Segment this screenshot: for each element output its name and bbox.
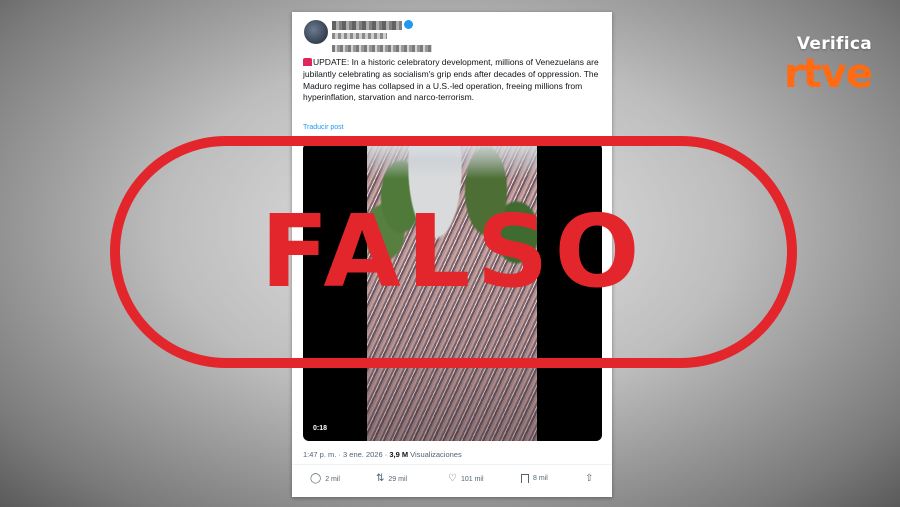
bookmark-icon <box>521 474 529 483</box>
falso-stamp-text: FALSO <box>261 193 646 310</box>
like-button[interactable]: ♡ 101 mil <box>448 474 484 484</box>
blurred-subtitle <box>332 45 432 52</box>
reply-button[interactable]: ◯ 2 mil <box>310 474 340 484</box>
repost-button[interactable]: ⇅ 29 mil <box>376 474 407 484</box>
blurred-handle <box>332 33 387 39</box>
tweet-header <box>304 18 600 62</box>
falso-stamp: FALSO <box>110 136 797 368</box>
share-icon: ⇧ <box>585 473 594 484</box>
bookmark-button[interactable]: 8 mil <box>521 474 548 483</box>
like-count: 101 mil <box>460 475 484 483</box>
blurred-display-name[interactable] <box>332 21 402 30</box>
like-icon: ♡ <box>448 473 457 484</box>
divider <box>292 464 612 465</box>
verifica-rtve-logo: Verifica rtve <box>783 34 873 97</box>
bookmark-count: 8 mil <box>533 475 548 482</box>
views-count: 3,9 M <box>389 450 409 459</box>
avatar[interactable] <box>304 20 328 44</box>
views-label: Visualizaciones <box>408 450 462 459</box>
tweet-text: UPDATE: In a historic celebratory develo… <box>303 57 599 103</box>
tweet-meta: 1:47 p. m. · 3 ene. 2026 · 3,9 M Visuali… <box>303 450 462 459</box>
share-button[interactable]: ⇧ <box>585 474 593 484</box>
rtve-wordmark: rtve <box>783 51 873 97</box>
siren-icon <box>303 58 312 66</box>
repost-count: 29 mil <box>388 475 408 483</box>
action-bar: ◯ 2 mil ⇅ 29 mil ♡ 101 mil 8 mil ⇧ <box>310 474 602 488</box>
reply-count: 2 mil <box>325 475 340 483</box>
tweet-timestamp[interactable]: 1:47 p. m. · 3 ene. 2026 · <box>303 450 389 459</box>
repost-icon: ⇅ <box>376 473 385 484</box>
verified-badge-icon <box>404 20 413 29</box>
reply-icon: ◯ <box>310 473 322 484</box>
tweet-body: UPDATE: In a historic celebratory develo… <box>303 57 603 104</box>
video-duration: 0:18 <box>313 425 328 432</box>
translate-link[interactable]: Traducir post <box>303 124 344 131</box>
